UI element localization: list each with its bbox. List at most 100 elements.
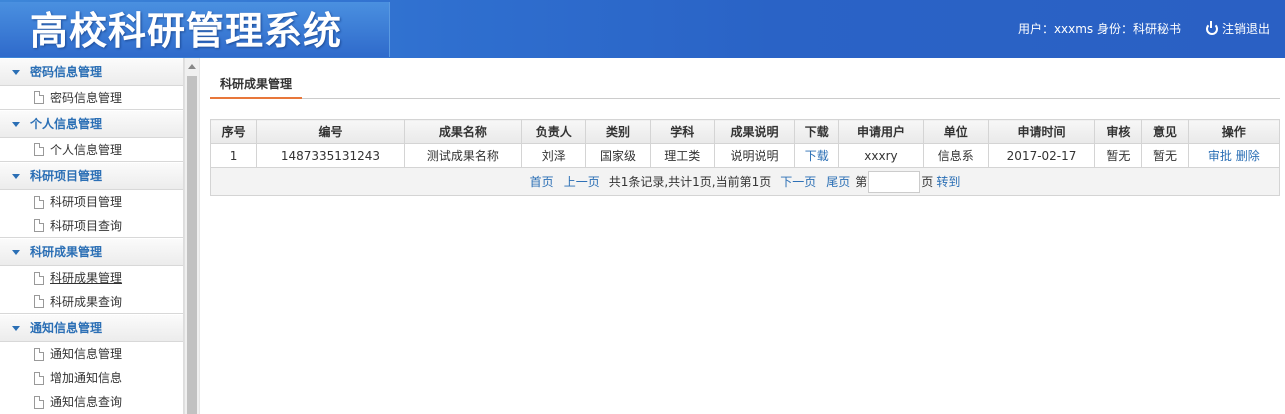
- user-info: 用户：xxxms 身份：科研秘书: [1017, 22, 1181, 36]
- prev-page-link[interactable]: 上一页: [564, 173, 600, 190]
- sidebar-item-project-manage[interactable]: 科研项目管理: [0, 190, 183, 214]
- app-title: 高校科研管理系统: [30, 9, 343, 53]
- cell-index: 1: [209, 143, 258, 168]
- sidebar-group-label: 科研项目管理: [30, 169, 103, 183]
- document-icon: [34, 219, 44, 232]
- app-header: 高校科研管理系统 用户：xxxms 身份：科研秘书 注销退出: [0, 0, 1285, 58]
- cell-description: 说明说明: [713, 143, 796, 168]
- logo-banner: 高校科研管理系统: [0, 2, 390, 57]
- column-header: 编号: [256, 119, 405, 144]
- cell-review: 暂无: [1094, 143, 1143, 168]
- scrollbar-thumb[interactable]: [187, 76, 197, 414]
- sidebar-item-label: 通知信息管理: [50, 347, 123, 361]
- caret-down-icon: [12, 69, 20, 75]
- document-icon: [34, 295, 44, 308]
- tab-bar: 科研成果管理: [210, 76, 1280, 99]
- column-header: 负责人: [521, 119, 587, 144]
- delete-link[interactable]: 删除: [1236, 149, 1260, 163]
- document-icon: [34, 271, 44, 285]
- sidebar-group-personal[interactable]: 个人信息管理: [0, 110, 183, 138]
- sidebar-item-achievement-manage[interactable]: 科研成果管理: [0, 266, 183, 290]
- sidebar-item-label: 科研项目查询: [50, 218, 123, 233]
- sidebar-group-label: 通知信息管理: [30, 321, 103, 335]
- column-header: 意见: [1141, 119, 1189, 144]
- last-page-link[interactable]: 尾页: [826, 173, 850, 190]
- sidebar-group-label: 个人信息管理: [30, 117, 103, 131]
- cell-subject: 理工类: [649, 143, 715, 168]
- caret-down-icon: [12, 121, 20, 127]
- sidebar-group-label: 密码信息管理: [30, 65, 103, 79]
- approve-link[interactable]: 审批: [1208, 149, 1232, 163]
- cell-name: 测试成果名称: [403, 143, 523, 168]
- logout-button[interactable]: 注销退出: [1205, 20, 1270, 37]
- column-header: 序号: [209, 119, 258, 144]
- pager-cell: 首页 上一页 共1条记录,共计1页,当前第1页 下一页 尾页 第 页 转到: [210, 167, 1280, 196]
- sidebar-item-password-manage[interactable]: 密码信息管理: [0, 86, 183, 110]
- column-header: 类别: [585, 119, 651, 144]
- document-icon: [34, 347, 44, 361]
- download-link[interactable]: 下载: [805, 149, 829, 163]
- caret-down-icon: [12, 249, 20, 255]
- column-header: 申请时间: [987, 119, 1096, 144]
- sidebar-group-password[interactable]: 密码信息管理: [0, 58, 183, 86]
- sidebar-item-notice-manage[interactable]: 通知信息管理: [0, 342, 183, 366]
- cell-actions: 审批 删除: [1187, 143, 1281, 168]
- document-icon: [34, 371, 44, 385]
- cell-download: 下载: [794, 143, 840, 168]
- main-content: 科研成果管理 序号 编号 成果名称 负责人 类别 学科 成果说明 下载 申请用户…: [200, 58, 1285, 414]
- sidebar-group-project[interactable]: 科研项目管理: [0, 162, 183, 190]
- caret-down-icon: [12, 325, 20, 331]
- pager-row: 首页 上一页 共1条记录,共计1页,当前第1页 下一页 尾页 第 页 转到: [210, 167, 1280, 196]
- first-page-link[interactable]: 首页: [530, 173, 554, 190]
- cell-leader: 刘泽: [521, 143, 587, 168]
- sidebar-item-label: 增加通知信息: [50, 371, 123, 385]
- cell-user: xxxry: [838, 143, 924, 168]
- column-header: 申请用户: [838, 119, 924, 144]
- sidebar-group-label: 科研成果管理: [30, 245, 103, 259]
- cell-code: 1487335131243: [256, 143, 405, 168]
- table-row: 1 1487335131243 测试成果名称 刘泽 国家级 理工类 说明说明 下…: [209, 143, 1281, 168]
- sidebar-item-label: 科研成果管理: [50, 271, 123, 285]
- cell-unit: 信息系: [922, 143, 989, 168]
- sidebar-item-achievement-query[interactable]: 科研成果查询: [0, 290, 183, 314]
- document-icon: [34, 91, 44, 104]
- column-header: 操作: [1187, 119, 1281, 144]
- pagination: 首页 上一页 共1条记录,共计1页,当前第1页 下一页 尾页 第 页 转到: [211, 170, 1279, 193]
- page-suffix: 页: [921, 175, 934, 189]
- goto-page-link[interactable]: 转到: [936, 173, 960, 190]
- scroll-up-arrow-icon[interactable]: [188, 64, 196, 69]
- sidebar-group-achievement[interactable]: 科研成果管理: [0, 238, 183, 266]
- power-icon: [1205, 20, 1218, 35]
- achievement-table: 序号 编号 成果名称 负责人 类别 学科 成果说明 下载 申请用户 单位 申请时…: [209, 119, 1281, 196]
- cell-category: 国家级: [585, 143, 651, 168]
- document-icon: [34, 395, 44, 409]
- next-page-link[interactable]: 下一页: [780, 173, 816, 190]
- sidebar-scrollbar[interactable]: [184, 58, 199, 414]
- sidebar-item-personal-manage[interactable]: 个人信息管理: [0, 138, 183, 162]
- page-prefix: 第: [855, 175, 868, 189]
- tab-achievement-manage[interactable]: 科研成果管理: [210, 76, 303, 99]
- sidebar-item-label: 密码信息管理: [50, 90, 123, 105]
- column-header: 成果名称: [403, 119, 523, 144]
- sidebar-item-label: 个人信息管理: [50, 142, 123, 157]
- cell-time: 2017-02-17: [987, 143, 1096, 168]
- document-icon: [34, 143, 44, 156]
- caret-down-icon: [12, 173, 20, 179]
- sidebar-item-notice-add[interactable]: 增加通知信息: [0, 366, 183, 390]
- column-header: 审核: [1094, 119, 1143, 144]
- page-number-input[interactable]: [868, 170, 921, 193]
- sidebar-item-label: 科研成果查询: [50, 294, 123, 309]
- column-header: 学科: [649, 119, 715, 144]
- table-header-row: 序号 编号 成果名称 负责人 类别 学科 成果说明 下载 申请用户 单位 申请时…: [209, 119, 1281, 144]
- cell-opinion: 暂无: [1141, 143, 1189, 168]
- sidebar-item-notice-query[interactable]: 通知信息查询: [0, 390, 183, 414]
- column-header: 下载: [794, 119, 840, 144]
- logout-label: 注销退出: [1221, 22, 1270, 36]
- sidebar-group-notice[interactable]: 通知信息管理: [0, 314, 183, 342]
- sidebar-item-label: 通知信息查询: [50, 395, 123, 409]
- sidebar: 密码信息管理 密码信息管理 个人信息管理 个人信息管理 科研项目管理 科研项目管…: [0, 58, 184, 414]
- sidebar-item-label: 科研项目管理: [50, 195, 123, 209]
- sidebar-item-project-query[interactable]: 科研项目查询: [0, 214, 183, 238]
- pager-summary: 共1条记录,共计1页,当前第1页: [608, 175, 772, 189]
- column-header: 成果说明: [713, 119, 796, 144]
